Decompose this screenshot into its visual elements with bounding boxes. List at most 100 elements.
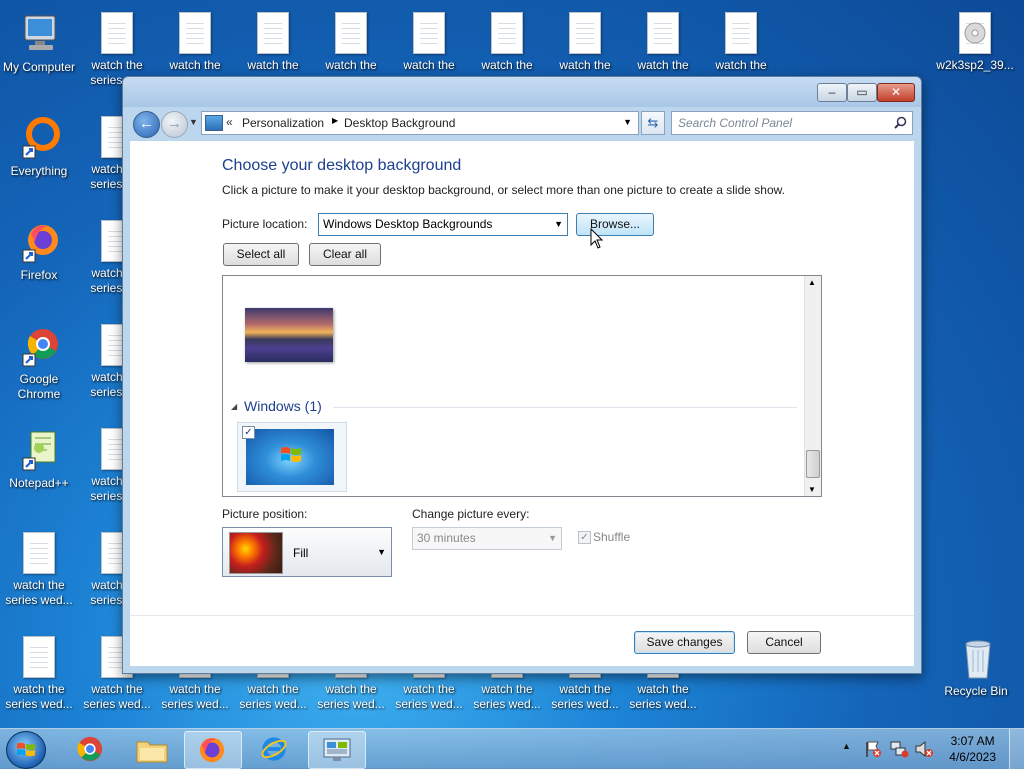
maximize-button[interactable]: ▭ (847, 83, 877, 102)
desktop-file-icon[interactable]: watch the (314, 2, 388, 73)
forward-button[interactable]: → (161, 111, 188, 138)
everything-desktop-icon[interactable]: Everything (2, 106, 76, 179)
checkmark-icon: ✓ (580, 532, 589, 543)
desktop-icon-label: watch the series wed... (551, 682, 619, 711)
chevron-down-icon: ▼ (189, 117, 198, 127)
select-all-button[interactable]: Select all (223, 243, 299, 266)
desktop-icon-label: watch the series wed... (473, 682, 541, 711)
show-hidden-icons-button[interactable]: ▲ (842, 741, 851, 751)
desktop-icon-label: watch the series wed... (239, 682, 307, 711)
wallpaper-thumbnail-windows[interactable]: ✓ (237, 422, 347, 492)
taskbar-file-explorer[interactable] (124, 731, 180, 767)
wallpaper-thumbnail-lake[interactable] (245, 308, 333, 362)
picture-position-select[interactable]: Fill ▼ (222, 527, 392, 577)
maximize-icon: ▭ (856, 85, 868, 99)
mouse-cursor-icon (590, 228, 604, 249)
windows-wallpaper-image (246, 429, 334, 485)
desktop-icon-label: Firefox (20, 268, 58, 282)
chevron-down-icon: ▼ (548, 533, 557, 543)
document-icon (257, 12, 289, 54)
desktop-icon-label: watch the (637, 58, 689, 72)
volume-muted-icon[interactable] (914, 740, 934, 758)
save-changes-button[interactable]: Save changes (634, 631, 735, 654)
minimize-button[interactable]: ‒ (817, 83, 847, 102)
desktop-file-icon[interactable]: watch the (548, 2, 622, 73)
chrome-desktop-icon[interactable]: Google Chrome (2, 314, 76, 402)
firefox-icon (199, 737, 225, 763)
browse-button[interactable]: Browse... (576, 213, 654, 236)
taskbar-firefox[interactable] (184, 731, 242, 769)
system-clock[interactable]: 3:07 AM 4/6/2023 (949, 733, 996, 765)
desktop-file-icon[interactable]: watch the series wed... (2, 626, 76, 712)
disc-image-desktop-icon[interactable]: w2k3sp2_39... (936, 2, 1014, 73)
desktop-icon-label: watch the (559, 58, 611, 72)
picture-location-value: Windows Desktop Backgrounds (323, 217, 493, 231)
refresh-button[interactable]: ⇆ (641, 111, 665, 135)
save-changes-label: Save changes (646, 635, 723, 649)
firefox-desktop-icon[interactable]: Firefox (2, 210, 76, 283)
group-collapse-icon[interactable]: ◢ (231, 402, 237, 411)
back-button[interactable]: ← (133, 111, 160, 138)
my-computer-desktop-icon[interactable]: My Computer (2, 2, 76, 75)
scroll-down-icon[interactable]: ▼ (808, 485, 816, 494)
title-bar[interactable]: ‒ ▭ ✕ (123, 77, 921, 107)
taskbar-control-panel[interactable] (308, 731, 366, 769)
change-picture-select[interactable]: 30 minutes ▼ (412, 527, 562, 550)
gallery-scrollbar[interactable]: ▲ ▼ (804, 276, 821, 496)
picture-location-select[interactable]: Windows Desktop Backgrounds ▼ (318, 213, 568, 236)
document-icon (647, 12, 679, 54)
cancel-label: Cancel (765, 635, 803, 649)
desktop-icon-label: watch the (169, 58, 221, 72)
control-panel-icon (323, 738, 351, 761)
action-center-flag-icon[interactable] (864, 740, 882, 758)
picture-location-label: Picture location: (222, 217, 308, 231)
close-icon: ✕ (890, 85, 902, 99)
search-input[interactable]: Search Control Panel (671, 111, 913, 135)
picture-position-value: Fill (293, 546, 309, 560)
desktop-file-icon[interactable]: watch the (392, 2, 466, 73)
breadcrumb-overflow[interactable]: « (226, 115, 233, 129)
cancel-button[interactable]: Cancel (747, 631, 821, 654)
shuffle-checkbox[interactable]: ✓ (578, 531, 591, 544)
search-icon[interactable] (894, 116, 907, 129)
network-icon[interactable] (889, 740, 909, 758)
desktop-icon-label: watch the (247, 58, 299, 72)
desktop-icon-label: watch the series wed... (161, 682, 229, 711)
document-icon (335, 12, 367, 54)
close-button[interactable]: ✕ (877, 83, 915, 102)
windows-group-header[interactable]: Windows (1) (244, 398, 322, 414)
document-icon (23, 636, 55, 678)
scroll-up-icon[interactable]: ▲ (808, 278, 816, 287)
recent-pages-dropdown[interactable]: ▼ (189, 117, 198, 127)
scrollbar-thumb[interactable] (806, 450, 820, 478)
background-gallery[interactable]: ◢ Windows (1) ✓ ▲ ▼ (222, 275, 822, 497)
desktop-file-icon[interactable]: watch the series wed... (2, 522, 76, 608)
breadcrumb-desktop-background[interactable]: Desktop Background (344, 116, 455, 130)
show-desktop-button[interactable] (1009, 729, 1024, 769)
desktop-icon-label: watch the (325, 58, 377, 72)
wallpaper-checkbox[interactable]: ✓ (242, 426, 255, 439)
desktop-icon-label: watch the series wed... (5, 578, 73, 607)
desktop-background-window: ‒ ▭ ✕ ← → ▼ « Personalization ▶ Desktop … (122, 76, 922, 674)
recycle-bin-desktop-icon[interactable]: Recycle Bin (938, 626, 1014, 699)
start-button[interactable] (6, 731, 46, 769)
refresh-icon: ⇆ (647, 115, 659, 130)
taskbar-chrome[interactable] (62, 731, 118, 767)
desktop-file-icon[interactable]: watch the (470, 2, 544, 73)
taskbar: ▲ 3:07 AM 4/6/2023 (0, 728, 1024, 769)
desktop-file-icon[interactable]: watch the (626, 2, 700, 73)
breadcrumb-personalization[interactable]: Personalization (242, 116, 324, 130)
desktop-file-icon[interactable]: watch the (236, 2, 310, 73)
desktop-file-icon[interactable]: watch the (158, 2, 232, 73)
clear-all-button[interactable]: Clear all (309, 243, 381, 266)
address-dropdown-icon[interactable]: ▼ (623, 117, 632, 127)
desktop-icon-label: Google Chrome (17, 372, 61, 401)
desktop-icon-label: watch the series wed... (395, 682, 463, 711)
document-icon (179, 12, 211, 54)
address-bar[interactable]: « Personalization ▶ Desktop Background ▼ (201, 111, 639, 135)
content-pane: Choose your desktop background Click a p… (130, 141, 914, 666)
taskbar-internet-explorer[interactable] (246, 731, 302, 767)
desktop-file-icon[interactable]: watch the (704, 2, 778, 73)
notepadpp-desktop-icon[interactable]: Notepad++ (2, 418, 76, 491)
desktop-icon-label: watch the series wed... (317, 682, 385, 711)
